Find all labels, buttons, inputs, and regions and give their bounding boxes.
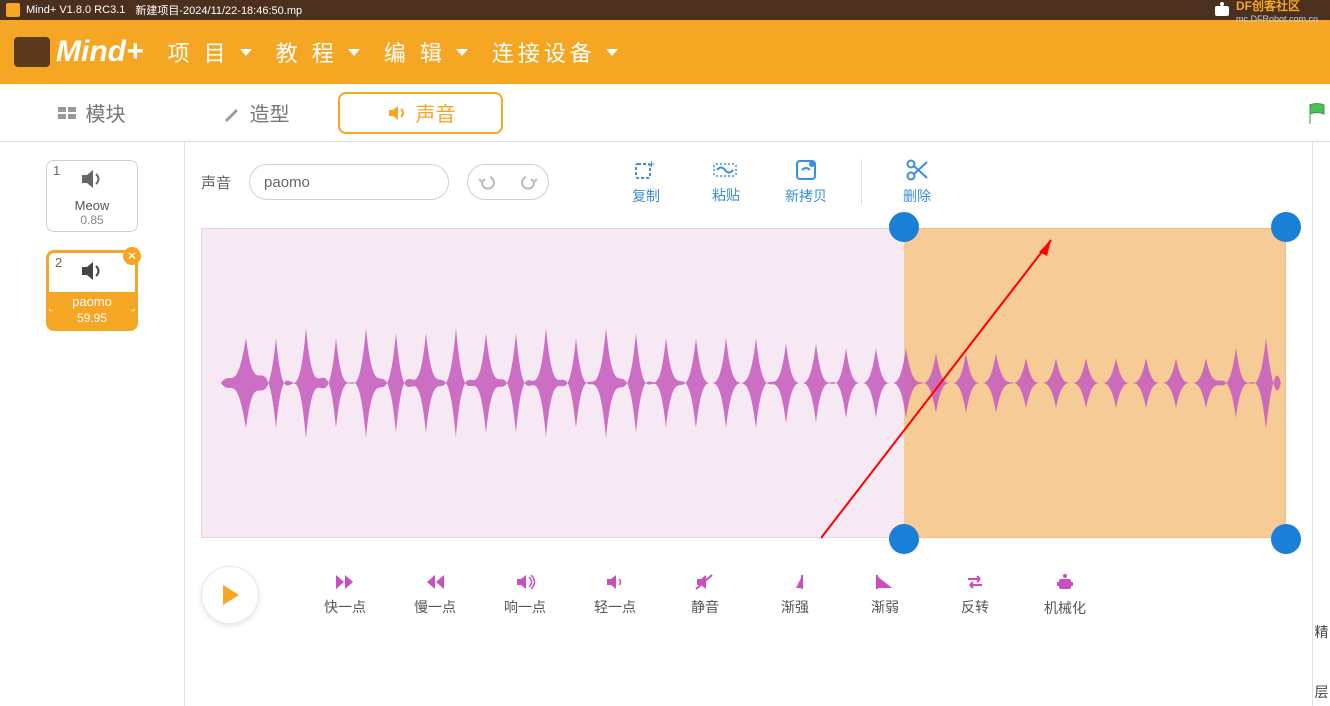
community-label: DF创客社区 [1236,0,1318,14]
sound-name-input[interactable] [249,164,449,200]
copynew-icon [794,158,818,182]
play-button[interactable] [201,566,259,624]
mute-icon [694,573,716,591]
svg-text:+: + [648,158,655,171]
logo[interactable]: Mind+ [14,35,144,69]
selection-handle-bl[interactable] [889,524,919,554]
divider [861,159,862,205]
delete-sound-icon[interactable]: ✕ [123,247,141,265]
sound-item-2[interactable]: ✕ 2 paomo 59.95 [46,250,138,331]
menu-tutorial[interactable]: 教 程 [276,36,360,68]
community-link[interactable]: DF创客社区 mc.DFRobot.com.cn [1212,0,1330,24]
fx-fadein[interactable]: 渐强 [771,573,819,617]
fx-faster[interactable]: 快一点 [321,573,369,617]
fx-mute[interactable]: 静音 [681,573,729,617]
menu-edit[interactable]: 编 辑 [384,36,468,68]
project-name: 新建项目-2024/11/22-18:46:50.mp [135,2,302,18]
redo-button[interactable] [508,165,548,199]
paste-button[interactable]: 粘贴 [695,159,757,205]
right-panel: 精 层 [1312,142,1330,706]
copy-button[interactable]: + 复制 [615,158,677,206]
sound-icon [78,259,106,283]
green-flag-icon[interactable] [1308,102,1326,126]
fx-fadeout[interactable]: 渐弱 [861,573,909,617]
robot-icon [1212,2,1232,18]
play-icon [217,582,243,608]
logo-icon [14,37,50,67]
undo-button[interactable] [468,165,508,199]
waveform [201,228,1286,538]
copy-icon: + [633,158,659,182]
fadein-icon [784,573,806,591]
reverse-icon [964,573,986,591]
sound-name-label: 声音 [201,172,231,193]
community-url: mc.DFRobot.com.cn [1236,14,1318,24]
fx-softer[interactable]: 轻一点 [591,573,639,617]
right-label-1: 精 [1313,622,1330,642]
blocks-icon [56,104,78,122]
caret-down-icon [456,49,468,56]
robot-icon [1055,572,1075,592]
sound-list: 1 Meow 0.85 ✕ 2 paomo 59.95 [0,142,185,706]
brush-icon [222,103,242,123]
caret-down-icon [240,49,252,56]
app-title: Mind+ V1.8.0 RC3.1 [26,4,125,16]
selection-handle-br[interactable] [1271,524,1301,554]
selection-handle-tr[interactable] [1271,212,1301,242]
sound-item-1[interactable]: 1 Meow 0.85 [46,160,138,232]
faster-icon [334,573,356,591]
delete-button[interactable]: 删除 [886,158,948,206]
menu-project[interactable]: 项 目 [168,36,252,68]
sound-icon [78,167,106,191]
fadeout-icon [874,573,896,591]
softer-icon [604,573,626,591]
right-label-2: 层 [1313,682,1330,702]
tab-bar: 模块 造型 声音 [0,84,1330,142]
tab-blocks[interactable]: 模块 [8,92,173,134]
paste-icon [711,159,741,181]
workspace: 1 Meow 0.85 ✕ 2 paomo 59.95 声音 + 复制 [0,142,1330,706]
scissors-icon [905,158,929,182]
waveform-area[interactable] [201,228,1286,538]
sound-editor: 声音 + 复制 粘贴 新拷贝 删除 [185,142,1312,706]
fx-louder[interactable]: 响一点 [501,573,549,617]
menu-connect[interactable]: 连接设备 [492,36,618,68]
fx-reverse[interactable]: 反转 [951,573,999,617]
app-icon [6,3,20,17]
title-bar: Mind+ V1.8.0 RC3.1 新建项目-2024/11/22-18:46… [0,0,1330,20]
menu-bar: Mind+ 项 目 教 程 编 辑 连接设备 [0,20,1330,84]
selection-handle-tl[interactable] [889,212,919,242]
caret-down-icon [606,49,618,56]
undo-icon [478,174,498,190]
tab-sounds[interactable]: 声音 [338,92,503,134]
slower-icon [424,573,446,591]
caret-down-icon [348,49,360,56]
redo-icon [518,174,538,190]
fx-slower[interactable]: 慢一点 [411,573,459,617]
copy-new-button[interactable]: 新拷贝 [775,158,837,206]
tab-costumes[interactable]: 造型 [173,92,338,134]
sound-icon [386,103,408,123]
louder-icon [514,573,536,591]
fx-robot[interactable]: 机械化 [1041,572,1089,618]
